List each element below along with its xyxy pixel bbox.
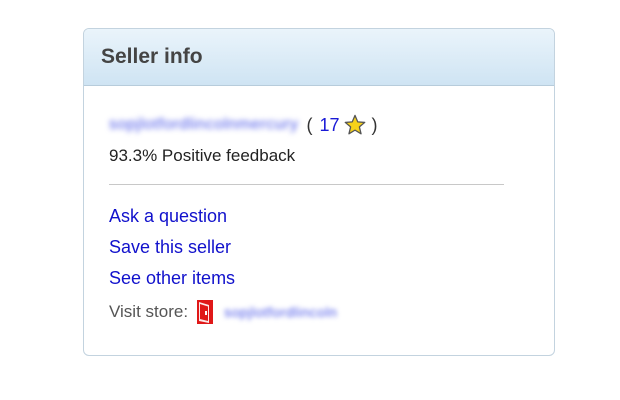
store-icon[interactable] (196, 299, 214, 325)
paren-open: ( (306, 114, 313, 135)
seller-info-panel: Seller info sopjlotfordlincolnmercury ( … (83, 28, 555, 356)
visit-store-row: Visit store: sopjlotfordlincoln (109, 296, 554, 328)
panel-body: sopjlotfordlincolnmercury ( 17 ) 93.3% P… (84, 86, 554, 328)
feedback-score-link[interactable]: 17 (319, 115, 339, 136)
panel-header: Seller info (84, 29, 554, 86)
paren-close: ) (371, 114, 378, 135)
panel-title: Seller info (101, 45, 203, 68)
save-seller-link[interactable]: Save this seller (109, 232, 554, 263)
store-name-link[interactable]: sopjlotfordlincoln (224, 304, 337, 320)
star-icon[interactable] (344, 114, 366, 136)
divider (109, 184, 504, 185)
seller-line: sopjlotfordlincolnmercury ( 17 ) (109, 114, 554, 136)
see-other-items-link[interactable]: See other items (109, 263, 554, 294)
positive-feedback-text: 93.3% Positive feedback (109, 146, 296, 165)
visit-store-label: Visit store: (109, 302, 189, 321)
seller-name-link[interactable]: sopjlotfordlincolnmercury (109, 116, 298, 134)
ask-question-link[interactable]: Ask a question (109, 201, 554, 232)
